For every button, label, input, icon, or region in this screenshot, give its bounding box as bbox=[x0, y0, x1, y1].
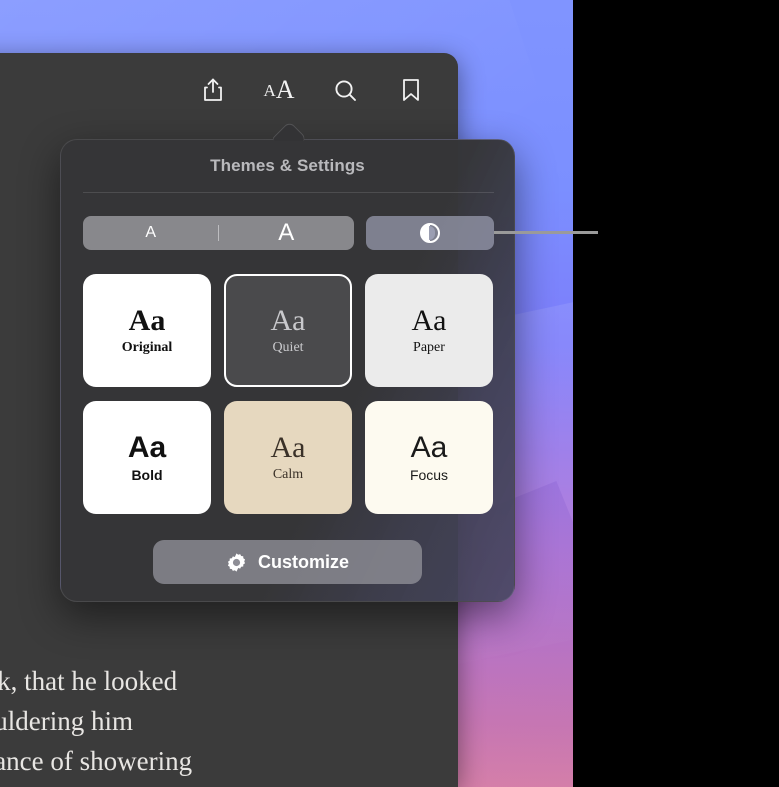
theme-label: Paper bbox=[413, 340, 445, 355]
book-text-line: ve do bbox=[0, 621, 458, 661]
font-size-segmented-control[interactable]: A A bbox=[83, 216, 354, 250]
search-icon[interactable] bbox=[328, 73, 362, 107]
theme-tile-paper[interactable]: Aa Paper bbox=[365, 274, 493, 387]
theme-sample-text: Aa bbox=[410, 431, 448, 464]
appearance-half-circle-icon bbox=[420, 223, 440, 243]
callout-line bbox=[494, 231, 598, 234]
customize-button[interactable]: Customize bbox=[153, 540, 422, 584]
theme-label: Bold bbox=[131, 467, 163, 483]
book-text-line: ken aback, that he looked bbox=[0, 666, 178, 696]
popover-title: Themes & Settings bbox=[210, 156, 365, 175]
theme-sample-text: Aa bbox=[270, 431, 306, 464]
theme-sample-text: Aa bbox=[270, 304, 306, 337]
theme-label: Original bbox=[121, 340, 173, 355]
theme-grid: Aa Original Aa Quiet Aa Paper Aa Bold Aa Calm Aa Fo… bbox=[83, 274, 494, 514]
themes-settings-popover: Themes & Settings A A Aa Original Aa Quiet A… bbox=[60, 139, 515, 602]
book-text-line: and goodwill, on his erring bbox=[0, 781, 458, 787]
theme-tile-bold[interactable]: Aa Bold bbox=[83, 401, 211, 514]
customize-button-label: Customize bbox=[257, 551, 349, 572]
theme-label: Quiet bbox=[272, 340, 304, 355]
theme-sample-text: Aa bbox=[127, 431, 167, 464]
controls-row: A A bbox=[83, 216, 494, 250]
decrease-font-size-button[interactable]: A bbox=[83, 216, 219, 250]
popover-arrow bbox=[272, 119, 306, 141]
text-size-small-label: A bbox=[263, 80, 276, 100]
theme-label: Focus bbox=[409, 467, 449, 483]
theme-tile-original[interactable]: Aa Original bbox=[83, 274, 211, 387]
share-icon[interactable] bbox=[196, 73, 230, 107]
appearance-toggle-button[interactable] bbox=[366, 216, 494, 250]
theme-sample-text: Aa bbox=[128, 304, 166, 337]
theme-label: Calm bbox=[272, 467, 304, 482]
theme-tile-quiet[interactable]: Aa Quiet bbox=[224, 274, 352, 387]
popover-divider bbox=[83, 192, 494, 193]
gear-icon bbox=[226, 552, 247, 573]
screen: AA I amshour. Lod gidnot eted.ret itownd… bbox=[0, 0, 779, 787]
increase-font-size-button[interactable]: A bbox=[219, 216, 355, 250]
theme-tile-focus[interactable]: Aa Focus bbox=[365, 401, 493, 514]
segment-divider bbox=[218, 225, 219, 241]
book-text-line: n appearance of showering bbox=[0, 746, 193, 776]
text-size-aa-icon[interactable]: AA bbox=[262, 73, 296, 107]
reader-toolbar: AA bbox=[0, 53, 458, 127]
book-text-line: yver shouldering him bbox=[0, 706, 133, 736]
bookmark-icon[interactable] bbox=[394, 73, 428, 107]
theme-tile-calm[interactable]: Aa Calm bbox=[224, 401, 352, 514]
text-size-large-label: A bbox=[275, 75, 295, 104]
theme-sample-text: Aa bbox=[411, 304, 447, 337]
